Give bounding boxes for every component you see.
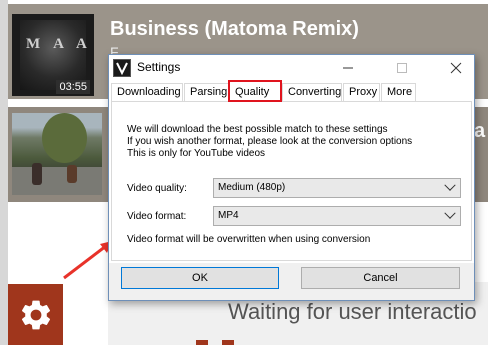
ok-button[interactable]: OK: [121, 267, 279, 289]
close-icon: [450, 62, 462, 74]
cancel-button[interactable]: Cancel: [301, 267, 460, 289]
thumbnail-figure: [32, 163, 42, 185]
info-text: We will download the best possible match…: [127, 124, 412, 160]
tab-strip: Downloading Parsing Quality Converting P…: [111, 80, 472, 103]
tab-parsing[interactable]: Parsing: [184, 83, 230, 101]
dialog-titlebar[interactable]: Settings: [109, 55, 474, 81]
tab-converting[interactable]: Converting: [282, 83, 342, 101]
video-format-value: MP4: [218, 210, 239, 221]
info-line: We will download the best possible match…: [127, 124, 388, 135]
maximize-icon: [397, 63, 407, 73]
tab-more[interactable]: More: [381, 83, 416, 101]
app-logo-icon: [113, 59, 131, 77]
video-format-label: Video format:: [127, 211, 187, 222]
progress-marker: [222, 340, 234, 345]
left-rail: [0, 0, 8, 345]
settings-button[interactable]: [8, 284, 63, 345]
minimize-icon: [343, 67, 353, 69]
progress-marker: [196, 340, 208, 345]
status-text: Waiting for user interactio: [228, 299, 477, 324]
tab-downloading[interactable]: Downloading: [111, 83, 183, 101]
video-quality-label: Video quality:: [127, 183, 187, 194]
tab-proxy[interactable]: Proxy: [343, 83, 380, 101]
video-format-select[interactable]: MP4: [213, 206, 461, 226]
thumbnail-figure: [67, 165, 77, 183]
conversion-note: Video format will be overwritten when us…: [127, 234, 371, 245]
album-art-text: M A A: [26, 36, 92, 52]
video-quality-select[interactable]: Medium (480p): [213, 178, 461, 198]
video-thumbnail[interactable]: M A A 03:55: [12, 14, 94, 96]
settings-dialog: Settings Downloading Parsing Quality Con…: [108, 54, 475, 301]
track-title: Business (Matoma Remix): [110, 18, 359, 40]
minimize-button[interactable]: [330, 56, 366, 80]
duration-badge: 03:55: [56, 80, 90, 94]
chevron-down-icon: [444, 179, 456, 191]
track-title-fragment: a: [474, 120, 486, 142]
video-quality-value: Medium (480p): [218, 182, 286, 193]
info-line: This is only for YouTube videos: [127, 148, 266, 159]
gear-icon: [21, 300, 50, 329]
tab-quality[interactable]: Quality: [228, 80, 282, 102]
dialog-title: Settings: [137, 60, 181, 74]
chevron-down-icon: [444, 207, 456, 219]
video-thumbnail[interactable]: [12, 113, 102, 195]
close-button[interactable]: [438, 56, 474, 80]
thumbnail-road: [12, 167, 102, 195]
info-line: If you wish another format, please look …: [127, 136, 413, 147]
thumbnail-tree: [42, 113, 87, 163]
maximize-button[interactable]: [384, 56, 420, 80]
